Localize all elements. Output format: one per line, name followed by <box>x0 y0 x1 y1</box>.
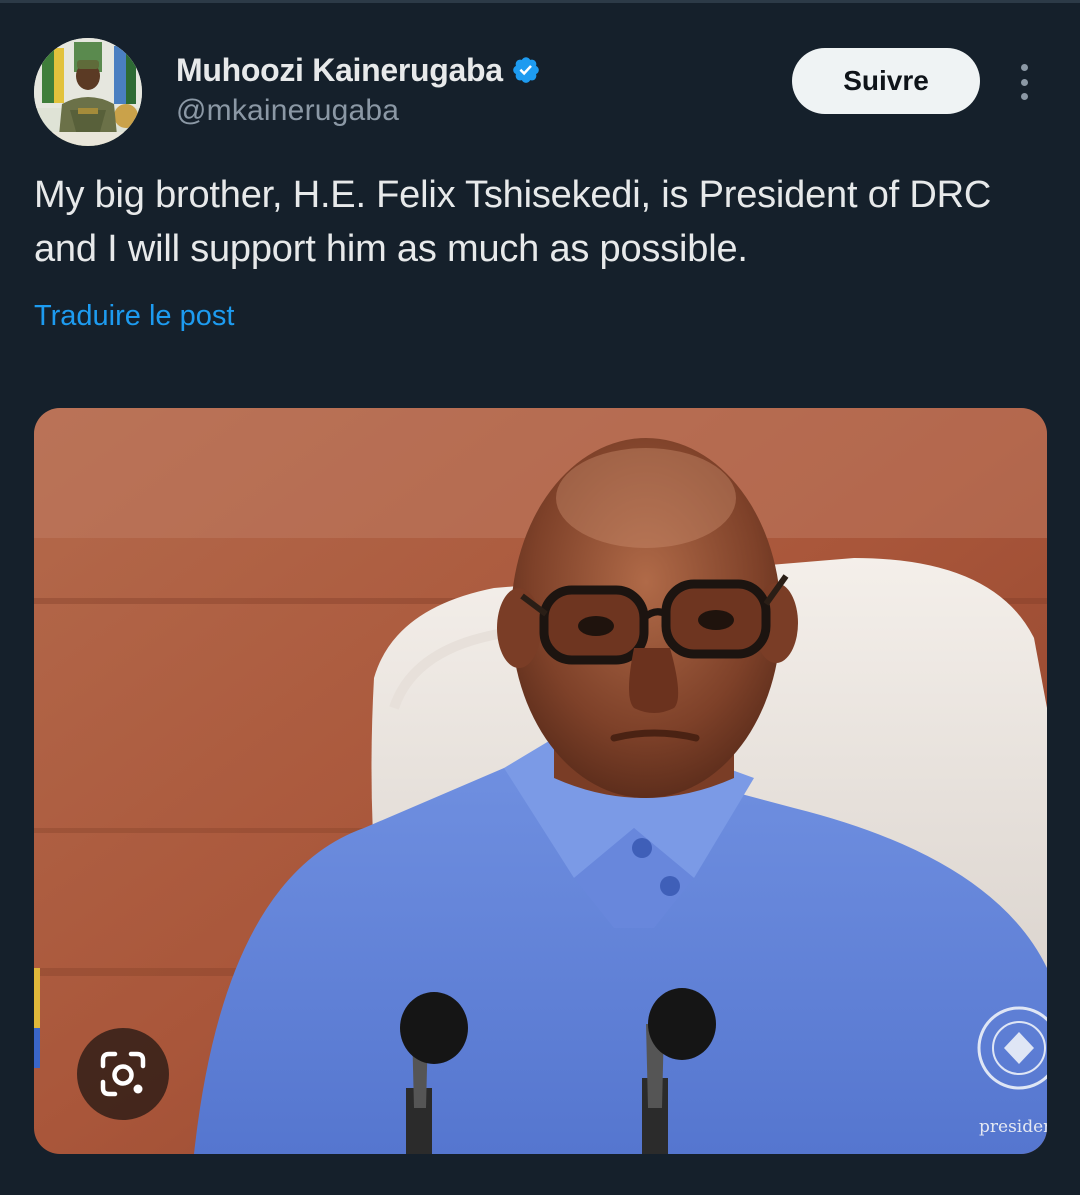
photo-illustration: presiden <box>34 408 1047 1154</box>
verified-badge-icon[interactable] <box>511 55 541 85</box>
more-dot <box>1020 78 1028 86</box>
avatar-image <box>34 38 142 146</box>
google-lens-icon[interactable] <box>77 1028 169 1120</box>
top-divider <box>0 0 1080 3</box>
more-dot <box>1020 93 1028 100</box>
lens-glyph <box>100 1051 146 1097</box>
post-text: My big brother, H.E. Felix Tshisekedi, i… <box>34 174 992 270</box>
follow-button[interactable]: Suivre <box>792 48 980 114</box>
author-handle[interactable]: @mkainerugaba <box>176 94 541 128</box>
more-dot <box>1020 64 1028 71</box>
tweet-page: Muhoozi Kainerugaba @mkainerugaba Suivre… <box>0 0 1080 1195</box>
more-vertical-icon[interactable] <box>1008 60 1040 104</box>
media-watermark: presiden <box>979 1117 1047 1137</box>
author-avatar[interactable] <box>34 38 142 146</box>
author-info: Muhoozi Kainerugaba @mkainerugaba <box>176 50 541 128</box>
author-display-name[interactable]: Muhoozi Kainerugaba <box>176 52 503 89</box>
author-name-row: Muhoozi Kainerugaba <box>176 50 541 90</box>
translate-post-link[interactable]: Traduire le post <box>34 296 234 336</box>
post-media-image[interactable]: presiden <box>34 408 1047 1154</box>
